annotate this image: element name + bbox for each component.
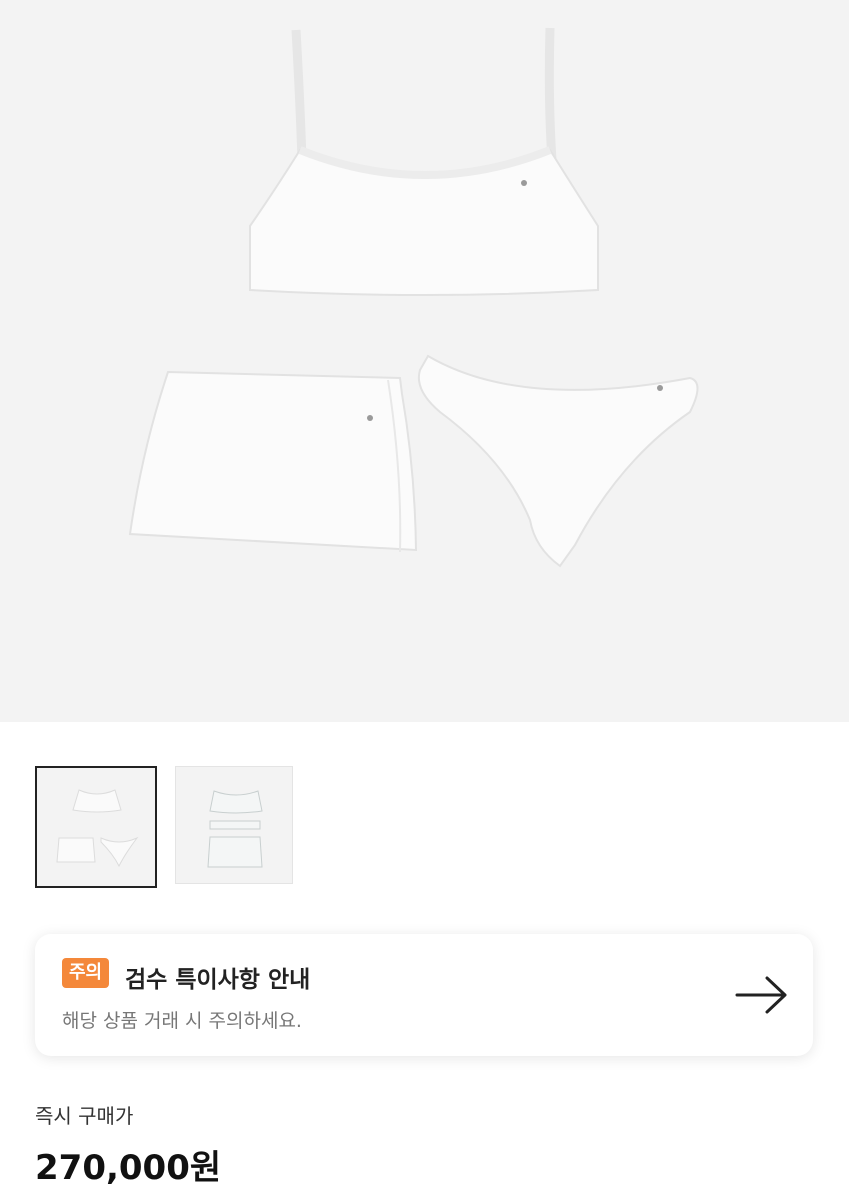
inspection-notice-card[interactable]: 주의 검수 특이사항 안내 해당 상품 거래 시 주의하세요. — [35, 934, 813, 1056]
price-value: 270,000원 — [35, 1148, 222, 1188]
caution-badge: 주의 — [62, 958, 110, 988]
arrow-right-icon[interactable] — [735, 976, 789, 1014]
thumbnail-1-image — [56, 789, 139, 868]
thumbnail-2[interactable] — [175, 766, 293, 884]
thumbnail-2-image — [207, 790, 263, 868]
price-label: 즉시 구매가 — [35, 1104, 134, 1128]
notice-subtitle: 해당 상품 거래 시 주의하세요. — [62, 1010, 302, 1032]
thumbnail-1[interactable] — [35, 766, 157, 888]
product-main-image[interactable] — [0, 0, 849, 722]
thumbnail-list — [35, 766, 293, 888]
product-illustration — [128, 27, 699, 568]
notice-title: 검수 특이사항 안내 — [125, 967, 311, 993]
